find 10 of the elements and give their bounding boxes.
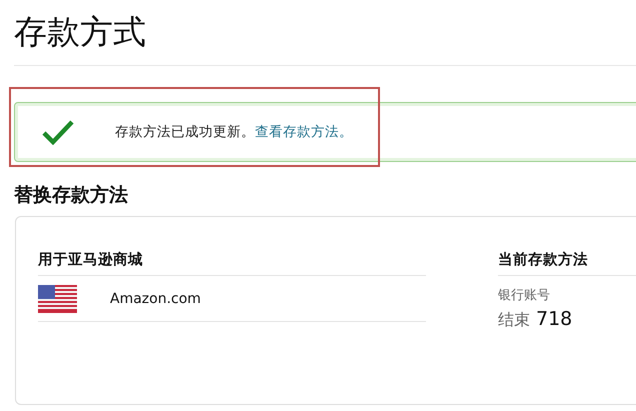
ending-label: 结束 <box>498 310 530 331</box>
page-title: 存款方式 <box>13 11 147 53</box>
account-digits: 718 <box>536 308 572 330</box>
section-title: 替换存款方法 <box>14 183 129 208</box>
success-message: 存款方法已成功更新。查看存款方法。 <box>115 123 353 141</box>
marketplace-heading: 用于亚马逊商城 <box>38 249 426 276</box>
method-type: 银行账号 <box>498 287 551 304</box>
view-methods-link[interactable]: 查看存款方法。 <box>255 124 353 140</box>
current-method-heading: 当前存款方法 <box>498 249 636 276</box>
marketplace-name: Amazon.com <box>110 290 201 306</box>
